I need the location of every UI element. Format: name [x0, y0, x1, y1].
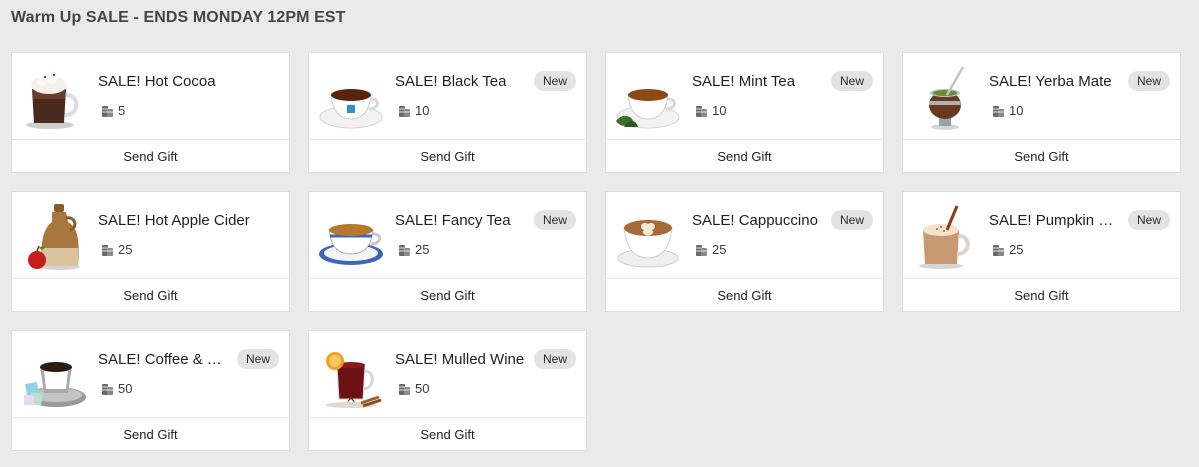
new-badge: New [1127, 71, 1170, 91]
gift-price: 10 [696, 103, 726, 118]
gift-card: SALE! Pumpkin S… 25 New Send Gift [902, 191, 1181, 312]
new-badge: New [1127, 210, 1170, 230]
cappuccino-cup-icon [614, 200, 682, 272]
new-badge: New [830, 210, 873, 230]
send-gift-button[interactable]: Send Gift [606, 279, 883, 312]
send-gift-button[interactable]: Send Gift [12, 140, 289, 173]
gift-price-value: 10 [712, 103, 727, 118]
gift-name: SALE! Black Tea [395, 73, 507, 90]
gift-card: SALE! Yerba Mate 10 New Send Gift [902, 52, 1181, 173]
gift-card: SALE! Fancy Tea 25 New Send Gift [308, 191, 587, 312]
gift-price: 5 [102, 103, 125, 118]
gift-card-body[interactable]: SALE! Mint Tea 10 New [606, 53, 883, 140]
gift-price-value: 25 [415, 242, 430, 257]
new-badge: New [533, 71, 576, 91]
send-gift-button[interactable]: Send Gift [309, 279, 586, 312]
coin-stack-icon [399, 384, 410, 395]
gift-price-value: 50 [415, 381, 430, 396]
gift-card-body[interactable]: SALE! Hot Apple Cider 25 [12, 192, 289, 279]
pumpkin-spice-latte-icon [911, 200, 979, 272]
fancy-tea-cup-icon [317, 200, 385, 272]
gift-price: 10 [399, 103, 429, 118]
gift-card: SALE! Mulled Wine 50 New Send Gift [308, 330, 587, 451]
coin-stack-icon [993, 106, 1004, 117]
gift-price-value: 50 [118, 381, 133, 396]
gift-price-value: 25 [118, 242, 133, 257]
gift-price: 10 [993, 103, 1023, 118]
gift-name: SALE! Yerba Mate [989, 73, 1112, 90]
send-gift-button[interactable]: Send Gift [309, 140, 586, 173]
gift-name: SALE! Coffee & Tu… [98, 351, 230, 368]
new-badge: New [533, 349, 576, 369]
gift-card-body[interactable]: SALE! Black Tea 10 New [309, 53, 586, 140]
gift-name: SALE! Mulled Wine [395, 351, 525, 368]
gift-name: SALE! Cappuccino [692, 212, 818, 229]
hot-cocoa-mug-icon [20, 61, 88, 133]
gift-card: SALE! Hot Cocoa 5 Send Gift [11, 52, 290, 173]
page-title: Warm Up SALE - ENDS MONDAY 12PM EST [11, 9, 346, 26]
send-gift-button[interactable]: Send Gift [606, 140, 883, 173]
gift-price-value: 10 [1009, 103, 1024, 118]
gift-card-body[interactable]: SALE! Yerba Mate 10 New [903, 53, 1180, 140]
yerba-mate-gourd-icon [911, 61, 979, 133]
mint-tea-cup-icon [614, 61, 682, 133]
coin-stack-icon [399, 245, 410, 256]
gift-price: 25 [399, 242, 429, 257]
gift-price-value: 5 [118, 103, 126, 118]
gift-name: SALE! Pumpkin S… [989, 212, 1121, 229]
coin-stack-icon [102, 106, 113, 117]
gift-price: 50 [399, 381, 429, 396]
gift-card: SALE! Mint Tea 10 New Send Gift [605, 52, 884, 173]
mulled-wine-glass-icon [317, 339, 385, 411]
gift-grid: SALE! Hot Cocoa 5 Send Gift SALE! Black … [11, 52, 1181, 451]
gift-name: SALE! Hot Cocoa [98, 73, 216, 90]
gift-card: SALE! Hot Apple Cider 25 Send Gift [11, 191, 290, 312]
gift-card: SALE! Black Tea 10 New Send Gift [308, 52, 587, 173]
new-badge: New [533, 210, 576, 230]
gift-card-body[interactable]: SALE! Coffee & Tu… 50 New [12, 331, 289, 418]
gift-price: 25 [696, 242, 726, 257]
send-gift-button[interactable]: Send Gift [903, 279, 1180, 312]
gift-name: SALE! Mint Tea [692, 73, 796, 90]
new-badge: New [236, 349, 279, 369]
gift-price-value: 10 [415, 103, 430, 118]
gift-card-body[interactable]: SALE! Fancy Tea 25 New [309, 192, 586, 279]
black-tea-cup-icon [317, 61, 385, 133]
gift-card-body[interactable]: SALE! Pumpkin S… 25 New [903, 192, 1180, 279]
gift-name: SALE! Fancy Tea [395, 212, 511, 229]
gift-card-body[interactable]: SALE! Hot Cocoa 5 [12, 53, 289, 140]
coin-stack-icon [102, 245, 113, 256]
coin-stack-icon [696, 106, 707, 117]
gift-name: SALE! Hot Apple Cider [98, 212, 250, 229]
gift-price-value: 25 [1009, 242, 1024, 257]
coin-stack-icon [993, 245, 1004, 256]
send-gift-button[interactable]: Send Gift [12, 279, 289, 312]
send-gift-button[interactable]: Send Gift [12, 418, 289, 451]
gift-card-body[interactable]: SALE! Cappuccino 25 New [606, 192, 883, 279]
turkish-coffee-icon [20, 339, 88, 411]
send-gift-button[interactable]: Send Gift [903, 140, 1180, 173]
send-gift-button[interactable]: Send Gift [309, 418, 586, 451]
coin-stack-icon [102, 384, 113, 395]
gift-card-body[interactable]: SALE! Mulled Wine 50 New [309, 331, 586, 418]
gift-price: 50 [102, 381, 132, 396]
gift-price-value: 25 [712, 242, 727, 257]
gift-card: SALE! Coffee & Tu… 50 New Send Gift [11, 330, 290, 451]
gift-price: 25 [102, 242, 132, 257]
gift-card: SALE! Cappuccino 25 New Send Gift [605, 191, 884, 312]
new-badge: New [830, 71, 873, 91]
coin-stack-icon [399, 106, 410, 117]
gift-price: 25 [993, 242, 1023, 257]
apple-cider-jug-icon [20, 200, 88, 272]
coin-stack-icon [696, 245, 707, 256]
